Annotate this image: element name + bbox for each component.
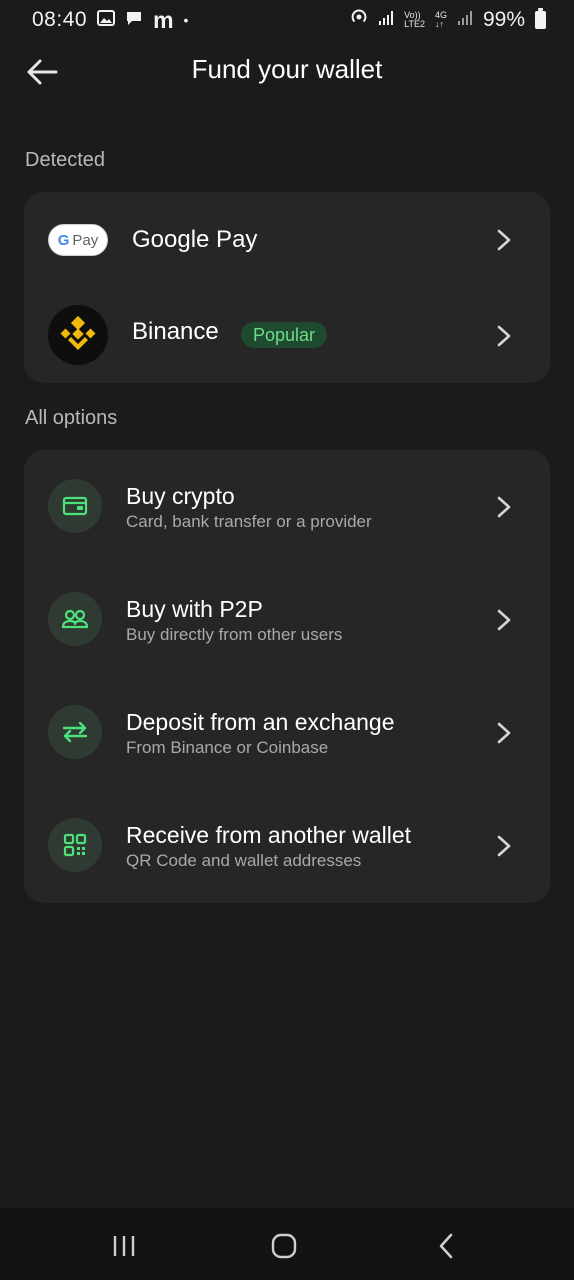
recent-apps-button[interactable]	[100, 1226, 148, 1266]
chevron-right-icon	[497, 229, 511, 251]
chat-icon	[125, 8, 143, 32]
qr-code-icon	[48, 818, 102, 872]
users-icon	[48, 592, 102, 646]
volte-indicator: Vo)) LTE2	[404, 11, 425, 29]
option-subtitle: Card, bank transfer or a provider	[126, 512, 372, 531]
provider-row-binance[interactable]: Binance Popular	[24, 288, 550, 383]
chevron-right-icon	[497, 496, 511, 517]
gallery-icon	[97, 8, 116, 32]
swap-arrows-icon	[48, 705, 102, 759]
chevron-right-icon	[497, 835, 511, 857]
option-subtitle: From Binance or Coinbase	[126, 738, 329, 757]
chevron-left-icon	[439, 1233, 453, 1259]
option-title: Receive from another wallet	[126, 822, 412, 848]
status-left: 08:40 m •	[32, 7, 188, 34]
battery-icon	[535, 8, 546, 29]
wallet-card-icon	[48, 479, 102, 533]
app-m-icon: m	[153, 6, 174, 33]
option-subtitle: Buy directly from other users	[126, 625, 343, 644]
option-title: Buy crypto	[126, 483, 235, 509]
network-indicator: 4G ↓↑	[435, 11, 447, 29]
option-row-receive-wallet[interactable]: Receive from another wallet QR Code and …	[24, 789, 550, 903]
section-label-all-options: All options	[25, 407, 118, 429]
chevron-right-icon	[497, 722, 511, 743]
all-options-card: Buy crypto Card, bank transfer or a prov…	[24, 450, 550, 903]
status-right: Vo)) LTE2 4G ↓↑ 99%	[350, 8, 546, 32]
option-subtitle: QR Code and wallet addresses	[126, 851, 362, 870]
hotspot-icon	[350, 8, 368, 32]
home-button[interactable]	[260, 1226, 308, 1266]
google-pay-logo-pay: Pay	[72, 231, 99, 249]
google-pay-logo-g: G	[57, 231, 70, 249]
recent-apps-icon	[113, 1236, 135, 1256]
header: Fund your wallet	[0, 40, 574, 104]
signal-icon	[378, 8, 394, 32]
system-nav-bar	[0, 1208, 574, 1280]
chevron-right-icon	[497, 609, 511, 630]
page-title: Fund your wallet	[191, 54, 383, 84]
binance-logo	[48, 305, 108, 365]
screen: 08:40 m • Vo)) LTE2 4G ↓↑ 99% Fund your …	[0, 0, 574, 1280]
detected-card: G Pay Google Pay Binance Popular	[24, 192, 550, 383]
status-bar: 08:40 m • Vo)) LTE2 4G ↓↑ 99%	[0, 0, 574, 40]
status-time: 08:40	[32, 8, 88, 31]
option-row-buy-p2p[interactable]: Buy with P2P Buy directly from other use…	[24, 563, 550, 676]
provider-row-google-pay[interactable]: G Pay Google Pay	[24, 192, 550, 288]
network-arrows-text: ↓↑	[434, 19, 444, 29]
chevron-right-icon	[497, 325, 511, 346]
provider-name: Binance	[132, 318, 219, 345]
signal-icon-2	[457, 8, 473, 32]
option-title: Deposit from an exchange	[126, 709, 395, 735]
popular-badge: Popular	[241, 322, 328, 348]
provider-name: Google Pay	[132, 226, 258, 253]
option-row-deposit-exchange[interactable]: Deposit from an exchange From Binance or…	[24, 676, 550, 789]
option-title: Buy with P2P	[126, 596, 263, 622]
volte-bottom-text: LTE2	[404, 19, 425, 29]
notification-dot: •	[183, 12, 189, 28]
section-label-detected: Detected	[25, 149, 106, 171]
battery-percentage: 99%	[482, 8, 525, 31]
google-pay-logo: G Pay	[48, 224, 108, 256]
home-icon	[271, 1233, 297, 1259]
system-back-button[interactable]	[422, 1226, 470, 1266]
option-row-buy-crypto[interactable]: Buy crypto Card, bank transfer or a prov…	[24, 450, 550, 563]
